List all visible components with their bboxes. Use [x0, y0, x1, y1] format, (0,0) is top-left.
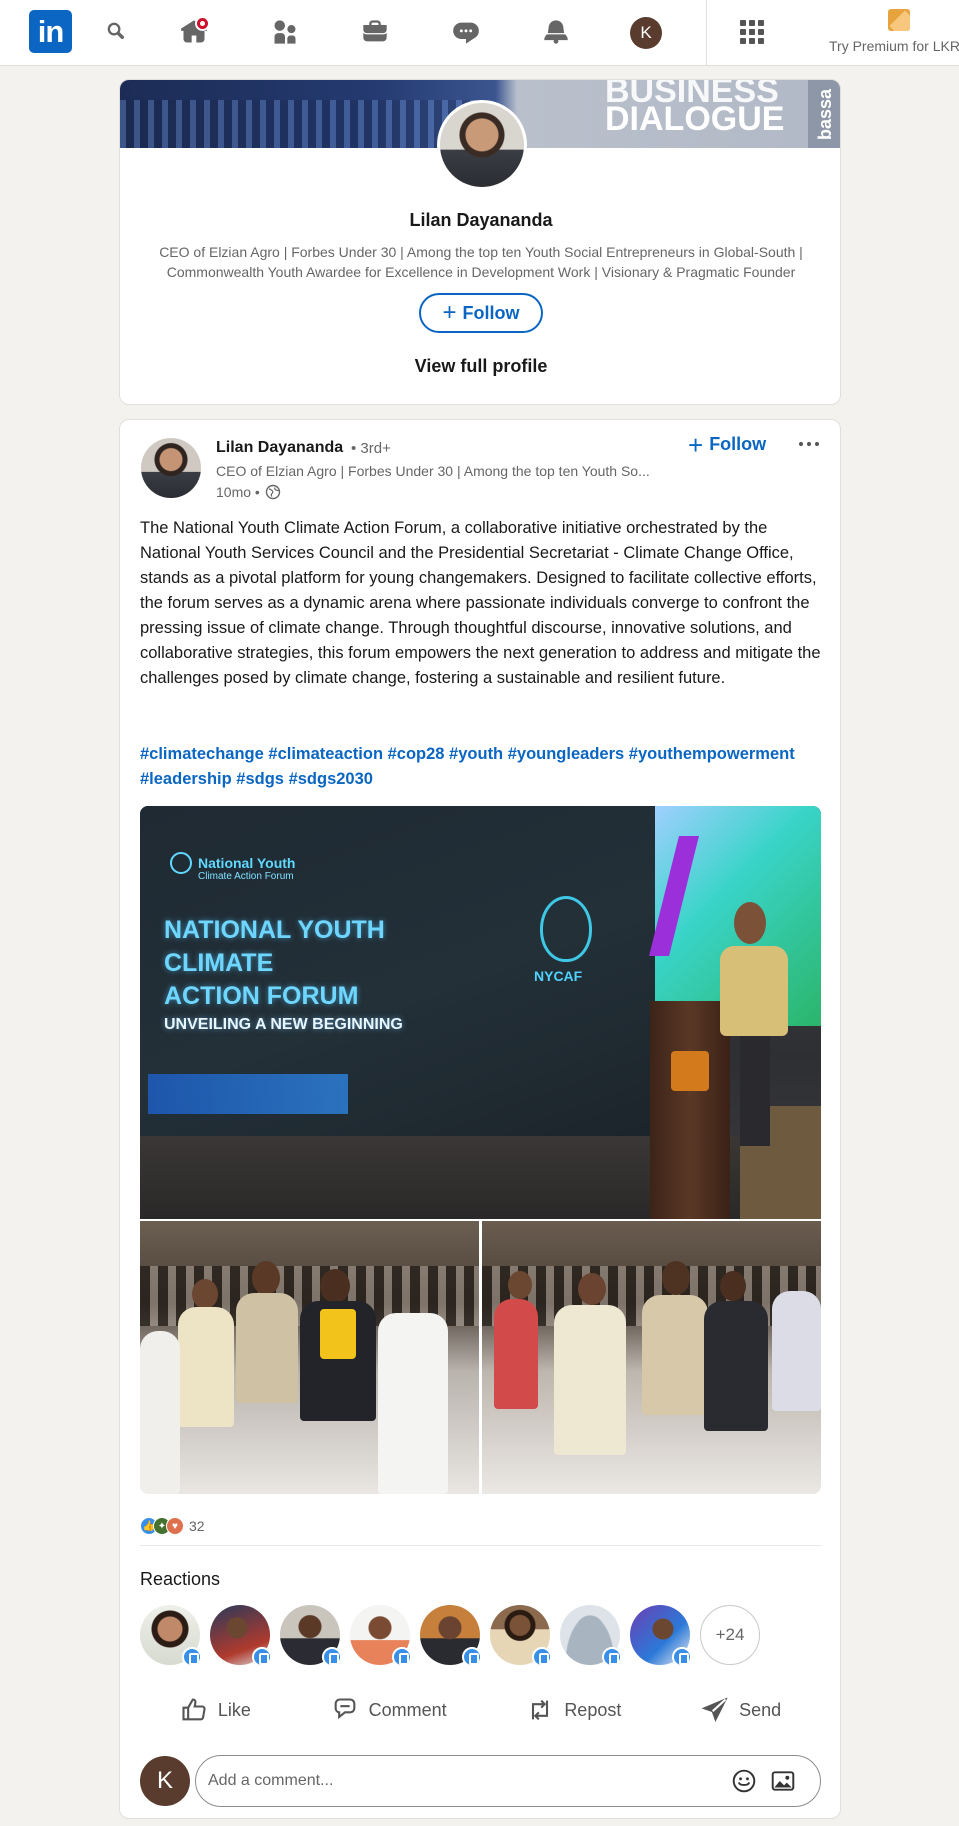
- nycaf-mark-icon: [540, 896, 592, 962]
- comment-icon: [334, 1698, 355, 1720]
- reaction-count[interactable]: 32: [189, 1518, 205, 1534]
- send-button[interactable]: Send: [685, 1685, 797, 1735]
- post-hashtags[interactable]: #climatechange #climateaction #cop28 #yo…: [140, 742, 830, 792]
- send-icon: [701, 1697, 728, 1723]
- jobs-icon[interactable]: [357, 14, 393, 50]
- view-full-profile-link[interactable]: View full profile: [120, 356, 840, 377]
- author-avatar[interactable]: [141, 438, 201, 498]
- nycaf-logo-icon: [170, 852, 192, 874]
- apps-grid-icon[interactable]: [740, 20, 764, 44]
- premium-icon[interactable]: [888, 9, 910, 31]
- nav-divider: [706, 0, 707, 66]
- notifications-icon[interactable]: [538, 14, 574, 50]
- home-icon[interactable]: [176, 14, 212, 50]
- image-screen-title: NATIONAL YOUTH CLIMATE ACTION FORUM: [164, 916, 385, 1010]
- post-image-audience-right[interactable]: [482, 1221, 821, 1494]
- image-icon[interactable]: [770, 1768, 796, 1794]
- post-image-main[interactable]: National Youth Climate Action Forum NATI…: [140, 806, 821, 1219]
- profile-name[interactable]: Lilan Dayananda: [120, 210, 840, 231]
- repost-button[interactable]: Repost: [510, 1685, 637, 1735]
- divider: [140, 1545, 821, 1546]
- commenter-avatar[interactable]: K: [140, 1756, 190, 1806]
- follow-label: Follow: [462, 302, 520, 323]
- messaging-icon[interactable]: [448, 14, 484, 50]
- linkedin-logo[interactable]: in: [29, 10, 72, 53]
- post-card: Lilan Dayananda • 3rd+ CEO of Elzian Agr…: [119, 419, 841, 1819]
- profile-headline: CEO of Elzian Agro | Forbes Under 30 | A…: [159, 244, 803, 280]
- banner-line2: DIALOGUE: [605, 100, 785, 138]
- comment-button[interactable]: Comment: [315, 1685, 463, 1735]
- more-icon[interactable]: [795, 438, 823, 450]
- post-follow-button[interactable]: + Follow: [688, 429, 767, 460]
- banner-side-text: bassa: [808, 80, 840, 148]
- post-image-grid[interactable]: National Youth Climate Action Forum NATI…: [140, 806, 821, 1494]
- search-icon[interactable]: [99, 14, 135, 50]
- follow-label: Follow: [709, 434, 767, 454]
- me-avatar[interactable]: K: [630, 17, 662, 49]
- image-mark-text: NYCAF: [534, 968, 583, 984]
- podium: [650, 1001, 730, 1219]
- post-timestamp: 10mo •: [216, 484, 281, 500]
- reactors-list: +24: [140, 1605, 760, 1667]
- profile-photo[interactable]: [437, 100, 527, 190]
- love-reaction-icon: ♥: [166, 1517, 184, 1535]
- notification-badge: [195, 16, 210, 31]
- reactor-avatar-default[interactable]: [560, 1605, 622, 1667]
- author-name[interactable]: Lilan Dayananda: [216, 439, 343, 457]
- like-button[interactable]: Like: [164, 1685, 267, 1735]
- reactor-avatar[interactable]: [280, 1605, 342, 1667]
- top-nav: in K Try Premium for LKR0: [0, 0, 959, 66]
- emoji-icon[interactable]: [731, 1768, 757, 1794]
- profile-card: BUSINESS DIALOGUE bassa Lilan Dayananda …: [119, 79, 841, 405]
- network-icon[interactable]: [267, 14, 303, 50]
- reactor-avatar[interactable]: [630, 1605, 692, 1667]
- post-text: The National Youth Climate Action Forum,…: [140, 519, 821, 687]
- plus-icon: +: [688, 429, 704, 460]
- reactor-avatar[interactable]: [210, 1605, 272, 1667]
- post-actions: Like Comment Repost Send: [140, 1685, 821, 1735]
- plus-icon: +: [442, 299, 457, 326]
- like-icon: [182, 1698, 206, 1721]
- comment-input[interactable]: [195, 1755, 821, 1807]
- reactor-avatar[interactable]: [140, 1605, 202, 1667]
- image-logo-text: National Youth Climate Action Forum: [198, 855, 296, 882]
- reactions-heading: Reactions: [140, 1569, 221, 1589]
- reactor-avatar[interactable]: [350, 1605, 412, 1667]
- profile-follow-button[interactable]: + Follow: [419, 293, 543, 333]
- post-image-audience-left[interactable]: [140, 1221, 479, 1494]
- image-screen-subtitle: UNVEILING A NEW BEGINNING: [164, 1016, 403, 1033]
- reaction-summary[interactable]: 👍 ✦ ♥ 32: [140, 1517, 205, 1535]
- connection-degree: • 3rd+: [351, 440, 391, 457]
- repost-icon: [532, 1699, 549, 1721]
- author-headline: CEO of Elzian Agro | Forbes Under 30 | A…: [216, 463, 650, 479]
- reactor-avatar[interactable]: [420, 1605, 482, 1667]
- premium-link[interactable]: Try Premium for LKR0: [829, 38, 959, 54]
- reactor-avatar[interactable]: [490, 1605, 552, 1667]
- more-reactors-button[interactable]: +24: [700, 1605, 760, 1665]
- globe-icon: [265, 484, 281, 500]
